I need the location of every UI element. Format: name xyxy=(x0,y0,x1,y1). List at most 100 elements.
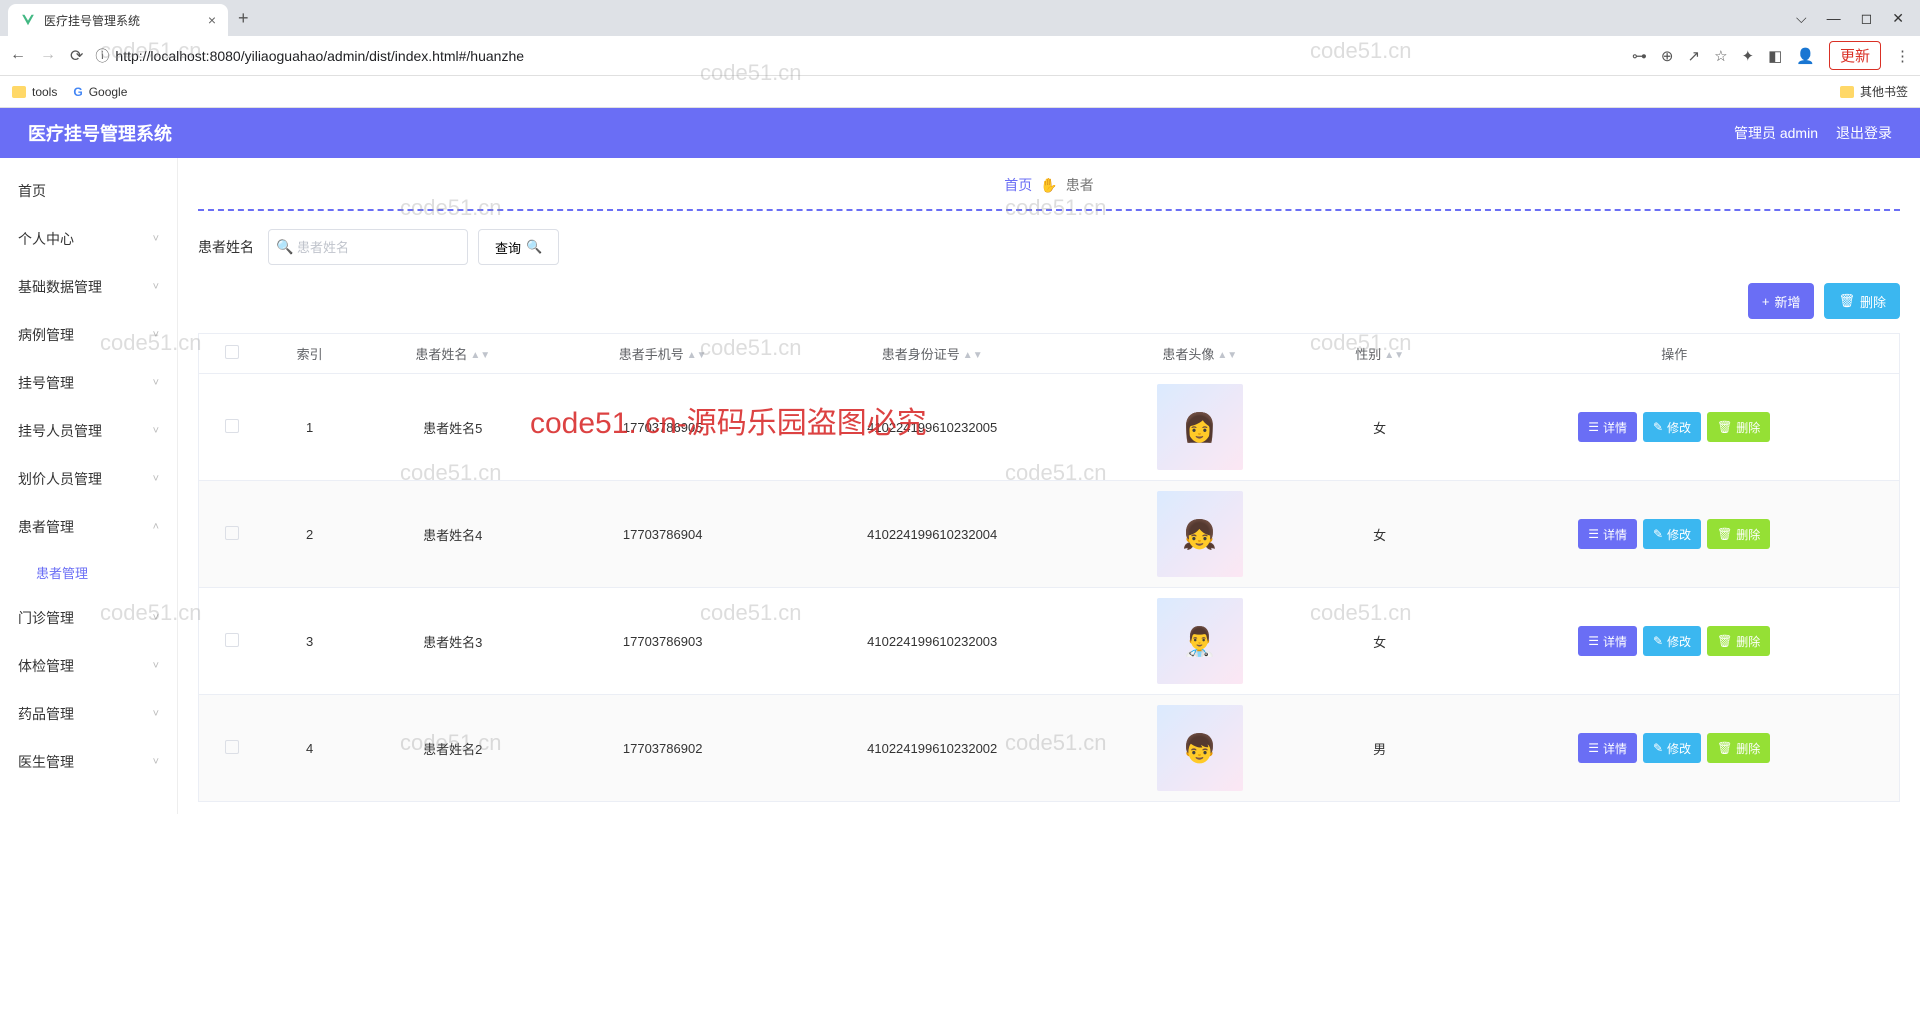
key-icon[interactable]: ⊶ xyxy=(1632,47,1647,65)
extension-icon[interactable]: ✦ xyxy=(1742,47,1755,65)
cell-gender: 男 xyxy=(1310,695,1450,802)
delete-button[interactable]: 🗑 删除 xyxy=(1824,283,1900,319)
sidebar-item[interactable]: 医生管理 ˅ xyxy=(0,738,177,786)
col-name[interactable]: 患者姓名▲▼ xyxy=(355,334,551,374)
folder-icon xyxy=(12,86,26,98)
chevron-up-icon: ˄ xyxy=(153,521,159,533)
detail-button[interactable]: ☰ 详情 xyxy=(1578,519,1637,549)
tab-bar: 医疗挂号管理系统 × + ⌵ — ◻ ✕ xyxy=(0,0,1920,36)
search-label: 患者姓名 xyxy=(198,237,258,257)
row-delete-button[interactable]: 🗑 删除 xyxy=(1707,626,1770,656)
row-delete-button[interactable]: 🗑 删除 xyxy=(1707,733,1770,763)
folder-icon xyxy=(1840,86,1854,98)
detail-button[interactable]: ☰ 详情 xyxy=(1578,733,1637,763)
browser-tab[interactable]: 医疗挂号管理系统 × xyxy=(8,4,228,36)
sidebar-item-label: 医生管理 xyxy=(18,752,74,772)
user-label[interactable]: 管理员 admin xyxy=(1734,123,1818,143)
sidebar-item[interactable]: 病例管理 ˅ xyxy=(0,311,177,359)
search-input[interactable] xyxy=(268,229,468,265)
cell-ops: ☰ 详情 ✎ 修改 🗑 删除 xyxy=(1450,374,1900,481)
sidebar-item[interactable]: 挂号人员管理˅ xyxy=(0,407,177,455)
edit-button[interactable]: ✎ 修改 xyxy=(1643,733,1701,763)
sidebar-item[interactable]: 基础数据管理˅ xyxy=(0,263,177,311)
edit-button[interactable]: ✎ 修改 xyxy=(1643,412,1701,442)
trash-icon: 🗑 xyxy=(1717,527,1732,541)
avatar: 👧 xyxy=(1157,491,1243,577)
back-icon[interactable]: ← xyxy=(10,46,26,66)
table-row: 4 患者姓名2 17703786902 410224199610232002 👦… xyxy=(199,695,1900,802)
query-button[interactable]: 查询 🔍 xyxy=(478,229,559,265)
tab-close-icon[interactable]: × xyxy=(208,12,216,28)
detail-button[interactable]: ☰ 详情 xyxy=(1578,626,1637,656)
cell-name: 患者姓名5 xyxy=(355,374,551,481)
cell-idcard: 410224199610232004 xyxy=(775,481,1090,588)
sidebar-item-label: 划价人员管理 xyxy=(18,469,102,489)
table-row: 1 患者姓名5 17703786905 410224199610232005 👩… xyxy=(199,374,1900,481)
sidebar-item[interactable]: 体检管理˅ xyxy=(0,642,177,690)
search-icon: 🔍 xyxy=(276,239,293,256)
row-checkbox[interactable] xyxy=(225,740,239,754)
edit-button[interactable]: ✎ 修改 xyxy=(1643,626,1701,656)
url-box[interactable]: ⓘ http://localhost:8080/yiliaoguahao/adm… xyxy=(95,46,1620,66)
col-phone[interactable]: 患者手机号▲▼ xyxy=(551,334,775,374)
edit-button[interactable]: ✎ 修改 xyxy=(1643,519,1701,549)
share-icon[interactable]: ↗ xyxy=(1688,47,1701,65)
close-icon[interactable]: ✕ xyxy=(1892,10,1904,27)
cell-ops: ☰ 详情 ✎ 修改 🗑 删除 xyxy=(1450,588,1900,695)
chevron-down-icon: ˅ xyxy=(153,329,159,341)
reload-icon[interactable]: ⟳ xyxy=(70,46,83,66)
col-ops: 操作 xyxy=(1450,334,1900,374)
edit-icon: ✎ xyxy=(1653,634,1663,648)
sidebar-item-label: 体检管理 xyxy=(18,656,74,676)
app-title: 医疗挂号管理系统 xyxy=(28,120,172,146)
col-avatar[interactable]: 患者头像▲▼ xyxy=(1090,334,1310,374)
chevron-down-icon: ˅ xyxy=(153,756,159,768)
edit-icon: ✎ xyxy=(1653,420,1663,434)
col-gender[interactable]: 性别▲▼ xyxy=(1310,334,1450,374)
update-button[interactable]: 更新 xyxy=(1829,41,1881,70)
sidebar-item[interactable]: 划价人员管理˅ xyxy=(0,455,177,503)
sidebar-item-label: 病例管理 xyxy=(18,325,74,345)
panel-icon[interactable]: ◧ xyxy=(1768,47,1782,65)
chevron-down-icon: ˅ xyxy=(153,425,159,437)
row-checkbox[interactable] xyxy=(225,526,239,540)
sidebar-item[interactable]: 门诊管理˅ xyxy=(0,594,177,642)
list-icon: ☰ xyxy=(1588,634,1599,648)
bookmark-other[interactable]: 其他书签 xyxy=(1840,83,1908,100)
row-delete-button[interactable]: 🗑 删除 xyxy=(1707,519,1770,549)
maximize-icon[interactable]: ◻ xyxy=(1861,10,1873,27)
row-checkbox[interactable] xyxy=(225,419,239,433)
row-checkbox[interactable] xyxy=(225,633,239,647)
add-button[interactable]: + 新增 xyxy=(1748,283,1815,319)
new-tab-button[interactable]: + xyxy=(228,8,259,29)
sidebar-item[interactable]: 患者管理˄ xyxy=(0,503,177,551)
sidebar-item[interactable]: 个人中心˅ xyxy=(0,215,177,263)
breadcrumb-home[interactable]: 首页 xyxy=(1004,175,1032,195)
sidebar-item[interactable]: 首页 xyxy=(0,167,177,215)
detail-button[interactable]: ☰ 详情 xyxy=(1578,412,1637,442)
logout-link[interactable]: 退出登录 xyxy=(1836,123,1892,143)
sidebar-item[interactable]: 药品管理˅ xyxy=(0,690,177,738)
sidebar-subitem[interactable]: 患者管理 xyxy=(0,551,177,594)
col-idcard[interactable]: 患者身份证号▲▼ xyxy=(775,334,1090,374)
sidebar-item[interactable]: 挂号管理˅ xyxy=(0,359,177,407)
app-body: 首页个人中心˅基础数据管理˅病例管理˅挂号管理˅挂号人员管理˅划价人员管理˅患者… xyxy=(0,158,1920,814)
main-content: 首页 ✋ 患者 患者姓名 🔍 查询 🔍 + 新增 🗑 删除 xyxy=(178,158,1920,814)
cell-index: 2 xyxy=(264,481,355,588)
chevron-down-icon[interactable]: ⌵ xyxy=(1796,10,1807,27)
star-icon[interactable]: ☆ xyxy=(1714,47,1727,65)
minimize-icon[interactable]: — xyxy=(1827,10,1841,27)
zoom-icon[interactable]: ⊕ xyxy=(1661,47,1674,65)
address-bar: ← → ⟳ ⓘ http://localhost:8080/yiliaoguah… xyxy=(0,36,1920,76)
select-all-checkbox[interactable] xyxy=(225,345,239,359)
col-index[interactable]: 索引 xyxy=(264,334,355,374)
avatar: 👩 xyxy=(1157,384,1243,470)
bookmark-tools[interactable]: tools xyxy=(12,85,57,99)
row-delete-button[interactable]: 🗑 删除 xyxy=(1707,412,1770,442)
sort-icon: ▲▼ xyxy=(470,353,490,359)
forward-icon[interactable]: → xyxy=(40,46,56,66)
profile-icon[interactable]: 👤 xyxy=(1796,47,1815,65)
edit-icon: ✎ xyxy=(1653,741,1663,755)
bookmark-google[interactable]: G Google xyxy=(73,85,127,99)
menu-icon[interactable]: ⋮ xyxy=(1895,47,1910,65)
